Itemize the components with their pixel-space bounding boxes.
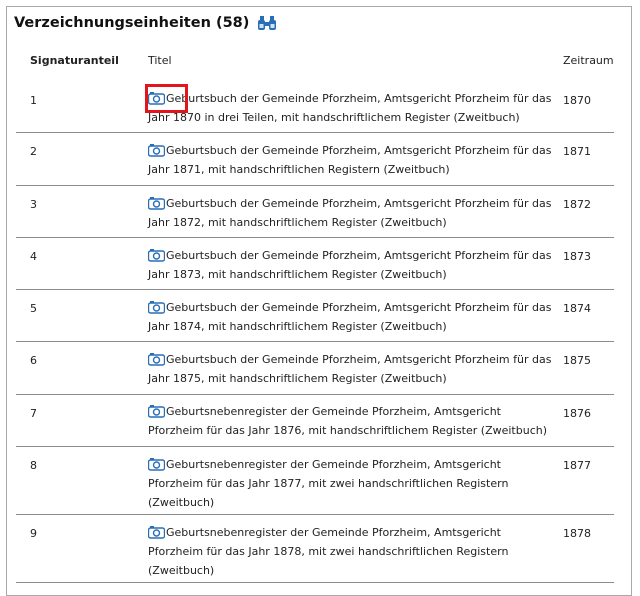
row-title-link[interactable]: Geburtsnebenregister der Gemeinde Pforzh… [166,526,501,539]
table-row: 4 Geburtsbuch der Gemeinde Pforzheim, Am… [16,238,614,290]
camera-icon[interactable] [147,352,166,366]
section-heading: Verzeichnungseinheiten (58) [14,14,277,32]
row-zeitraum: 1874 [563,302,591,315]
camera-icon[interactable] [147,457,166,471]
row-title-link[interactable]: Geburtsbuch der Gemeinde Pforzheim, Amts… [166,353,551,366]
row-title-line: Jahr 1874, mit handschriftlichem Registe… [148,320,447,333]
column-header-titel: Titel [148,54,172,67]
table-row: 5 Geburtsbuch der Gemeinde Pforzheim, Am… [16,290,614,342]
binoculars-icon[interactable] [257,14,277,32]
row-title: Geburtsbuch der Gemeinde Pforzheim, Amts… [147,141,558,179]
row-title-line: Jahr 1872, mit handschriftlichem Registe… [148,216,447,229]
row-title-line: Jahr 1875, mit handschriftlichem Registe… [148,372,447,385]
row-signatur: 7 [30,407,37,420]
camera-icon[interactable] [147,91,166,105]
camera-icon[interactable] [147,196,166,210]
row-signatur: 3 [30,198,37,211]
row-title: Geburtsbuch der Gemeinde Pforzheim, Amts… [147,246,558,284]
row-zeitraum: 1872 [563,198,591,211]
table-row: 3 Geburtsbuch der Gemeinde Pforzheim, Am… [16,186,614,238]
row-zeitraum: 1873 [563,250,591,263]
row-title: Geburtsnebenregister der Gemeinde Pforzh… [147,523,558,580]
row-signatur: 6 [30,354,37,367]
camera-icon[interactable] [147,525,166,539]
row-title: Geburtsbuch der Gemeinde Pforzheim, Amts… [147,350,558,388]
row-zeitraum: 1877 [563,459,591,472]
row-zeitraum: 1876 [563,407,591,420]
table-row: 6 Geburtsbuch der Gemeinde Pforzheim, Am… [16,342,614,395]
row-title-line: Pforzheim für das Jahr 1876, mit handsch… [148,424,548,437]
row-signatur: 2 [30,145,37,158]
row-title-line: Pforzheim für das Jahr 1877, mit zwei ha… [148,477,509,490]
table-row: 8 Geburtsnebenregister der Gemeinde Pfor… [16,447,614,515]
row-zeitraum: 1878 [563,527,591,540]
row-title: Geburtsbuch der Gemeinde Pforzheim, Amts… [147,194,558,232]
column-header-zeitraum: Zeitraum [563,54,614,67]
section-title: Verzeichnungseinheiten (58) [14,15,250,31]
row-signatur: 4 [30,250,37,263]
camera-icon[interactable] [147,300,166,314]
row-signatur: 5 [30,302,37,315]
row-signatur: 1 [30,94,37,107]
row-title-line: (Zweitbuch) [148,496,215,509]
row-title-link[interactable]: Geburtsbuch der Gemeinde Pforzheim, Amts… [166,197,551,210]
row-title-line: Jahr 1870 in drei Teilen, mit handschrif… [148,111,520,124]
camera-icon[interactable] [147,404,166,418]
row-title-link[interactable]: Geburtsbuch der Gemeinde Pforzheim, Amts… [166,301,551,314]
row-title-line: Pforzheim für das Jahr 1878, mit zwei ha… [148,545,509,558]
row-title-line: Jahr 1871, mit handschriftlichen Registe… [148,163,450,176]
row-signatur: 8 [30,459,37,472]
row-title-line: Jahr 1873, mit handschriftlichem Registe… [148,268,447,281]
row-title-link[interactable]: Geburtsnebenregister der Gemeinde Pforzh… [166,405,501,418]
row-title: Geburtsnebenregister der Gemeinde Pforzh… [147,402,558,440]
row-zeitraum: 1871 [563,145,591,158]
column-header-signatur: Signaturanteil [30,54,119,67]
row-title-link[interactable]: Geburtsbuch der Gemeinde Pforzheim, Amts… [166,249,551,262]
row-zeitraum: 1870 [563,94,591,107]
row-title-link[interactable]: Geburtsbuch der Gemeinde Pforzheim, Amts… [166,92,551,105]
row-zeitraum: 1875 [563,354,591,367]
row-title: Geburtsnebenregister der Gemeinde Pforzh… [147,455,558,512]
row-signatur: 9 [30,527,37,540]
row-title: Geburtsbuch der Gemeinde Pforzheim, Amts… [147,298,558,336]
table-row: 9 Geburtsnebenregister der Gemeinde Pfor… [16,515,614,583]
row-title: Geburtsbuch der Gemeinde Pforzheim, Amts… [147,89,558,127]
row-title-link[interactable]: Geburtsnebenregister der Gemeinde Pforzh… [166,458,501,471]
camera-icon[interactable] [147,143,166,157]
table-row: 7 Geburtsnebenregister der Gemeinde Pfor… [16,395,614,447]
table-row: 1 Geburtsbuch der Gemeinde Pforzheim, Am… [16,80,614,133]
row-title-link[interactable]: Geburtsbuch der Gemeinde Pforzheim, Amts… [166,144,551,157]
table-row: 2 Geburtsbuch der Gemeinde Pforzheim, Am… [16,133,614,186]
camera-icon[interactable] [147,248,166,262]
row-title-line: (Zweitbuch) [148,564,215,577]
